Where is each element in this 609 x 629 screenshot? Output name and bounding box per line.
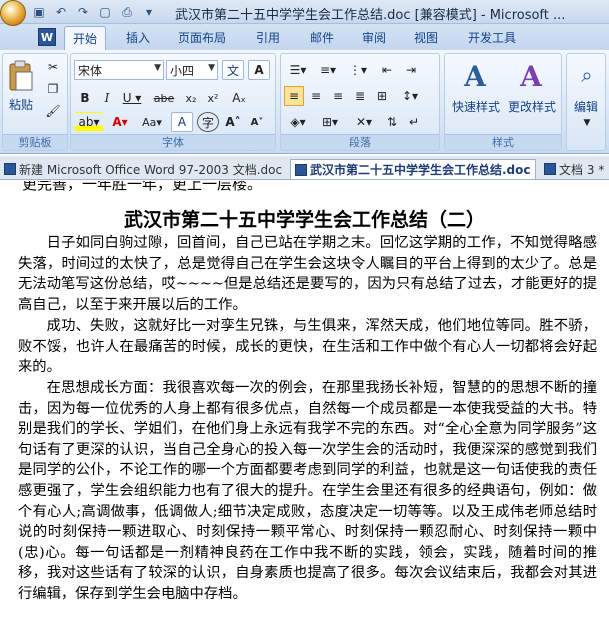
doc-tab-doc3[interactable]: 文档 3 * — [540, 159, 608, 179]
grow-font-icon[interactable]: A˄ — [223, 112, 243, 132]
shrink-font-icon[interactable]: A˅ — [247, 112, 267, 132]
quick-styles-icon[interactable]: A — [455, 58, 495, 94]
redo-icon[interactable]: ↷ — [74, 3, 92, 21]
font-size-dropdown[interactable]: 小四 ▼ — [166, 60, 218, 80]
cut-icon[interactable]: ✂ — [43, 58, 63, 76]
multilevel-list-icon[interactable]: ⋮▾ — [344, 60, 372, 80]
title-bar: ▣ ↶ ↷ ▢ ⎙ ▾ 武汉市第二十五中学学生会工作总结.doc [兼容模式] … — [0, 0, 609, 26]
editing-group: ⌕ 编辑 ▼ — [566, 53, 606, 151]
paragraph: 在思想成长方面：我很喜欢每一次的例会，在那里我扬长补短，智慧的的思想不断的撞击，… — [18, 380, 597, 602]
doc-tab-label: 新建 Microsoft Office Word 97-2003 文档.doc — [19, 162, 283, 177]
document-heading: 武汉市第二十五中学学生会工作总结（二） — [123, 209, 485, 231]
doc-tab-label: 文档 3 * — [559, 162, 605, 177]
undo-icon[interactable]: ↶ — [52, 3, 70, 21]
window-title: 武汉市第二十五中学学生会工作总结.doc [兼容模式] - Microsoft … — [175, 8, 566, 23]
subscript-icon[interactable]: x₂ — [181, 88, 201, 108]
superscript-icon[interactable]: x² — [203, 88, 223, 108]
styles-group: A 快速样式 A 更改样式 样式 — [444, 53, 562, 151]
char-border-icon[interactable]: A — [248, 60, 270, 80]
paragraph-group: ☰▾ ≡▾ ⋮▾ ⇤ ⇥ ≡ ≡ ≡ ≣ ⊞ ↕▾ ◈▾ ⊞▾ ✕▾ ⇅ ↵ 段… — [280, 53, 440, 151]
clear-format-icon[interactable]: Aₓ — [229, 88, 249, 108]
font-name-dropdown[interactable]: 宋体 ▼ — [74, 60, 164, 80]
tab-developer[interactable]: 开发工具 — [468, 29, 516, 46]
italic-icon[interactable]: I — [97, 88, 117, 108]
clipboard-group: 粘贴 ✂ ❐ 🖌 剪贴板 — [2, 53, 68, 151]
paste-label[interactable]: 粘贴 — [6, 96, 36, 113]
chevron-down-icon[interactable]: ▼ — [577, 116, 597, 130]
clipboard-group-label: 剪贴板 — [3, 134, 67, 150]
chinese-layout-icon[interactable]: ✕▾ — [350, 112, 378, 132]
tab-review[interactable]: 审阅 — [362, 29, 386, 46]
underline-icon[interactable]: U ▾ — [119, 88, 145, 108]
word-doc-icon — [544, 163, 556, 175]
align-right-icon[interactable]: ≡ — [328, 86, 348, 106]
ribbon-tabs: W 开始 插入 页面布局 引用 邮件 审阅 视图 开发工具 — [0, 24, 609, 50]
chevron-down-icon: ▼ — [154, 63, 161, 73]
save-icon[interactable]: ▣ — [30, 3, 48, 21]
copy-icon[interactable]: ❐ — [43, 80, 63, 98]
tab-page-layout[interactable]: 页面布局 — [178, 29, 226, 46]
change-case-icon[interactable]: Aa▾ — [139, 112, 165, 132]
align-left-icon[interactable]: ≡ — [284, 86, 304, 106]
bullets-icon[interactable]: ☰▾ — [284, 60, 312, 80]
paste-icon[interactable] — [6, 58, 36, 94]
tab-home[interactable]: 开始 — [64, 26, 107, 50]
quick-styles-label[interactable]: 快速样式 — [447, 98, 505, 115]
word-doc-icon — [295, 163, 307, 176]
font-group: 宋体 ▼ 小四 ▼ 文 A B I U ▾ abe x₂ x² Aₓ ab▾ A… — [70, 53, 276, 151]
font-name-value: 宋体 — [78, 64, 103, 78]
strikethrough-icon[interactable]: abe — [151, 88, 177, 108]
open-icon[interactable]: ▢ — [96, 3, 114, 21]
font-color-icon[interactable]: A▾ — [107, 112, 133, 132]
numbering-icon[interactable]: ≡▾ — [314, 60, 342, 80]
paragraph: 日子如同白驹过隙，回首间，自己已站在学期之末。回忆这学期的工作，不知觉得略感失落… — [18, 235, 597, 313]
doc-tab-active[interactable]: 武汉市第二十五中学学生会工作总结.doc — [290, 159, 536, 179]
word-doc-icon — [4, 163, 16, 175]
tab-references[interactable]: 引用 — [256, 29, 280, 46]
paragraph: 成功、失败，这就好比一对孪生兄铢，与生俱来，浑然天成，他们地位等同。胜不骄，败不… — [18, 318, 597, 376]
editing-label[interactable]: 编辑 — [567, 98, 605, 115]
quick-access-toolbar: ▣ ↶ ↷ ▢ ⎙ ▾ — [30, 3, 158, 21]
borders-icon[interactable]: ⊞▾ — [316, 112, 344, 132]
tab-view[interactable]: 视图 — [414, 29, 438, 46]
ribbon: 粘贴 ✂ ❐ 🖌 剪贴板 宋体 ▼ 小四 ▼ 文 A B I U ▾ abe x… — [0, 50, 609, 154]
chevron-down-icon: ▼ — [208, 63, 215, 73]
change-styles-label[interactable]: 更改样式 — [503, 98, 561, 115]
align-center-icon[interactable]: ≡ — [306, 86, 326, 106]
shading-icon[interactable]: ◈▾ — [284, 112, 312, 132]
paragraph-group-label: 段落 — [281, 134, 439, 150]
doc-tab-label: 武汉市第二十五中学学生会工作总结.doc — [310, 163, 531, 177]
bold-icon[interactable]: B — [75, 88, 95, 108]
change-styles-icon[interactable]: A — [511, 58, 551, 94]
office-button[interactable] — [0, 0, 26, 26]
tab-insert[interactable]: 插入 — [126, 29, 150, 46]
distributed-icon[interactable]: ⊞ — [372, 86, 392, 106]
format-painter-icon[interactable]: 🖌 — [43, 102, 63, 120]
sort-icon[interactable]: ⇅ — [382, 112, 402, 132]
qat-dropdown-icon[interactable]: ▾ — [140, 3, 158, 21]
word-icon: W — [38, 28, 56, 46]
line-spacing-icon[interactable]: ↕▾ — [396, 86, 424, 106]
justify-icon[interactable]: ≣ — [350, 86, 370, 106]
font-group-label: 字体 — [71, 134, 275, 150]
increase-indent-icon[interactable]: ⇥ — [400, 60, 422, 80]
print-preview-icon[interactable]: ⎙ — [118, 3, 136, 21]
highlight-icon[interactable]: ab▾ — [75, 112, 103, 132]
char-shading-icon[interactable]: A — [171, 112, 193, 132]
document-tabs: 新建 Microsoft Office Word 97-2003 文档.doc … — [0, 156, 609, 180]
font-size-value: 小四 — [170, 64, 195, 78]
decrease-indent-icon[interactable]: ⇤ — [376, 60, 398, 80]
find-binoculars-icon[interactable]: ⌕ — [573, 60, 601, 90]
styles-group-label: 样式 — [445, 134, 561, 150]
enclose-char-icon[interactable]: 字 — [197, 112, 219, 132]
doc-tab-new-word[interactable]: 新建 Microsoft Office Word 97-2003 文档.doc — [0, 159, 286, 179]
tab-mailings[interactable]: 邮件 — [310, 29, 334, 46]
document-page[interactable]: 更完善，一年胜一年，更上一层楼。 武汉市第二十五中学学生会工作总结（二） 日子如… — [0, 181, 609, 629]
partial-text-line: 更完善，一年胜一年，更上一层楼。 — [22, 181, 263, 193]
phonetic-guide-icon[interactable]: 文 — [222, 60, 244, 80]
show-marks-icon[interactable]: ↵ — [404, 112, 424, 132]
